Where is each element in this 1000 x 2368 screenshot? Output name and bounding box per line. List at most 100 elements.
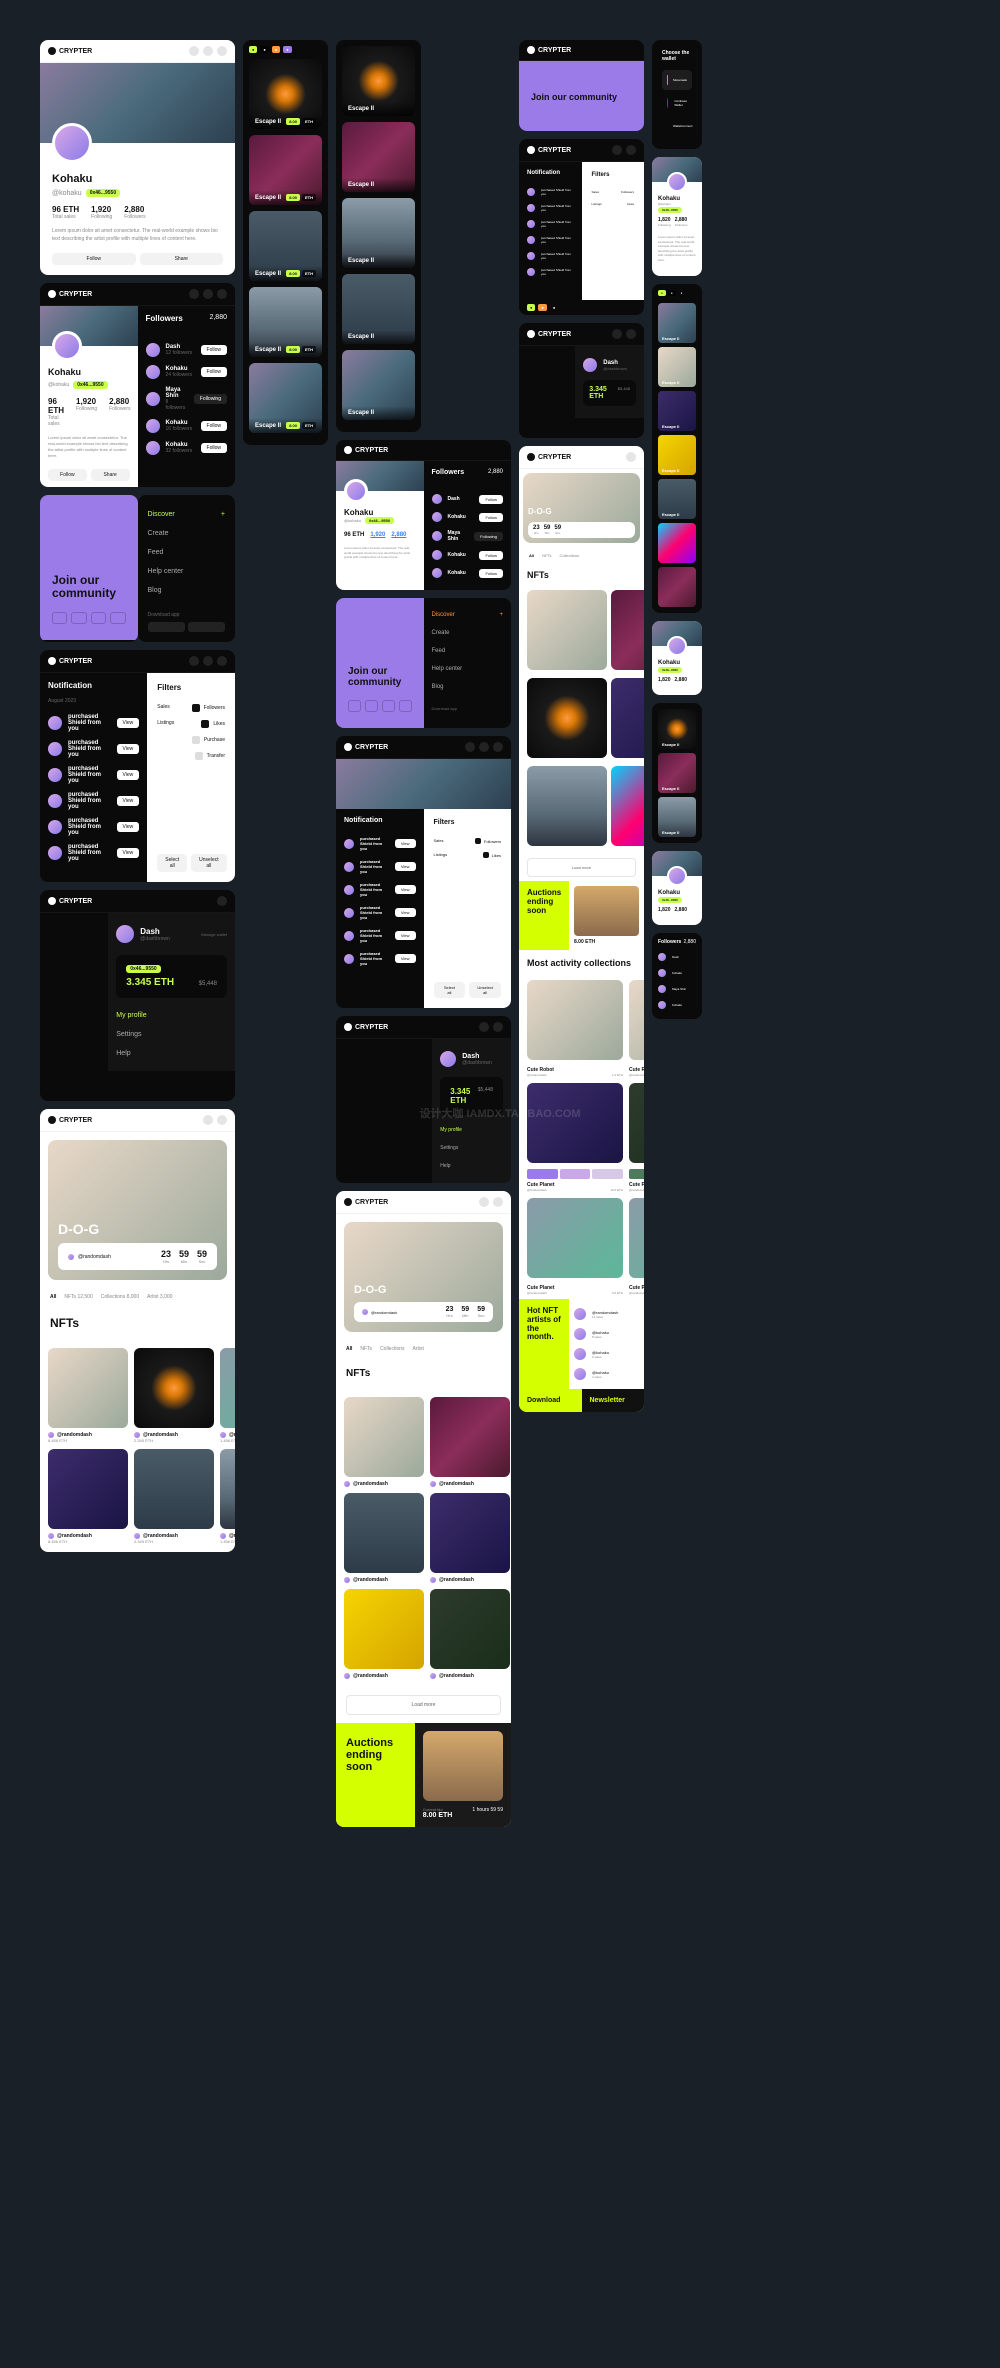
nft-thumb[interactable]: Escape II	[658, 753, 696, 793]
load-more-button[interactable]: Load more	[527, 858, 636, 877]
nft-tile[interactable]: Escape II	[342, 198, 415, 268]
brand-logo[interactable]: CRYPTER	[48, 1116, 92, 1124]
search-icon[interactable]	[465, 742, 475, 752]
brand-logo[interactable]: CRYPTER	[344, 446, 388, 454]
follow-button[interactable]: Follow	[201, 443, 227, 453]
notification-row[interactable]: purchased Shield from you	[527, 216, 574, 232]
brand-logo[interactable]: CRYPTER	[48, 290, 92, 298]
nft-thumb[interactable]: Escape II	[658, 303, 696, 343]
follow-button[interactable]: Follow	[201, 421, 227, 431]
follower-row[interactable]: Kohaku	[658, 965, 696, 981]
tab-collections[interactable]: Collections	[380, 1346, 404, 1352]
tab-all[interactable]: All	[50, 1294, 56, 1300]
notification-row[interactable]: purchased Shield from youView	[48, 736, 139, 762]
menu-blog[interactable]: Blog	[148, 581, 226, 600]
notification-row[interactable]: purchased Shield from youView	[344, 947, 416, 970]
share-button[interactable]: Share	[140, 253, 224, 265]
menu-profile[interactable]: My profile	[440, 1121, 503, 1139]
menu-help[interactable]: Help	[440, 1157, 503, 1175]
tab-all[interactable]: All	[346, 1346, 352, 1352]
avatar-icon[interactable]	[217, 656, 227, 666]
nft-card[interactable]: @randomdash2.345 ETH	[134, 1449, 214, 1544]
follow-button[interactable]: Follow	[48, 469, 87, 481]
app-store-button[interactable]	[148, 622, 185, 632]
collection-card[interactable]: Cute Planet@randomdash6.0 ETH	[527, 1198, 623, 1295]
bell-icon[interactable]	[479, 742, 489, 752]
menu-feed[interactable]: Feed	[148, 543, 226, 562]
notification-row[interactable]: purchased Shield from youView	[48, 788, 139, 814]
view-button[interactable]: View	[117, 718, 140, 728]
unselect-button[interactable]: Unselect all	[191, 854, 226, 872]
menu-feed[interactable]: Feed	[432, 642, 504, 660]
brand-logo[interactable]: CRYPTER	[344, 1023, 388, 1031]
brand-logo[interactable]: CRYPTER	[344, 743, 388, 751]
notification-row[interactable]: purchased Shield from you	[527, 232, 574, 248]
follower-row[interactable]: Maya Shin8 followersFollowing	[146, 383, 228, 415]
tab-collections[interactable]: Collections 8,000	[101, 1294, 139, 1300]
tab-artist[interactable]: Artist	[413, 1346, 424, 1352]
menu-icon[interactable]	[217, 896, 227, 906]
nft-thumb[interactable]: Escape II	[658, 479, 696, 519]
notification-row[interactable]: purchased Shield from youView	[48, 840, 139, 866]
nft-card[interactable]: @randomdash	[344, 1397, 424, 1487]
nft-card[interactable]: @randomdash2.345 ETH	[134, 1348, 214, 1443]
social-icon[interactable]	[71, 612, 86, 624]
brand-logo[interactable]: CRYPTER	[527, 46, 571, 54]
follower-row[interactable]: Dash12 followersFollow	[146, 339, 228, 361]
search-icon[interactable]	[203, 1115, 213, 1125]
notification-row[interactable]: purchased Shield from youView	[344, 832, 416, 855]
nft-tile[interactable]: Escape II	[342, 122, 415, 192]
manage-wallet-link[interactable]: Manage wallet	[201, 932, 227, 937]
notification-row[interactable]: purchased Shield from youView	[344, 924, 416, 947]
nft-card[interactable]: @randomdash	[430, 1493, 510, 1583]
nft-card[interactable]: @randomdash8.456 ETH	[48, 1348, 128, 1443]
search-icon[interactable]	[189, 656, 199, 666]
select-all-button[interactable]: Select all	[157, 854, 187, 872]
brand-logo[interactable]: CRYPTER	[527, 146, 571, 154]
view-button[interactable]: View	[117, 744, 140, 754]
brand-logo[interactable]: CRYPTER	[344, 1198, 388, 1206]
notification-row[interactable]: purchased Shield from you	[527, 248, 574, 264]
notification-row[interactable]: purchased Shield from youView	[344, 901, 416, 924]
nft-thumb[interactable]: Escape II	[658, 709, 696, 749]
view-button[interactable]: View	[117, 796, 140, 806]
unselect-button[interactable]: Unselect all	[469, 982, 501, 998]
notification-row[interactable]: purchased Shield from youView	[48, 710, 139, 736]
menu-create[interactable]: Create	[432, 624, 504, 642]
search-icon[interactable]	[189, 289, 199, 299]
nft-card[interactable]: @randomdash	[430, 1397, 510, 1487]
social-icon[interactable]	[399, 700, 412, 712]
bell-icon[interactable]	[203, 656, 213, 666]
nft-tile[interactable]: Escape II	[342, 46, 415, 116]
notification-row[interactable]: purchased Shield from youView	[48, 762, 139, 788]
nft-card[interactable]: @randomdash	[344, 1589, 424, 1679]
collection-card[interactable]: Cute Planet@randomdash1.0 ETH	[629, 1198, 644, 1295]
follow-button[interactable]: Follow	[52, 253, 136, 265]
auction-image[interactable]	[574, 886, 639, 936]
nft-thumb[interactable]: Escape II	[658, 435, 696, 475]
close-icon[interactable]	[493, 1022, 503, 1032]
brand-logo[interactable]: CRYPTER	[48, 47, 92, 55]
artist-row[interactable]: @kohaku8 sales	[574, 1324, 639, 1344]
follower-row[interactable]: DashFollow	[432, 490, 504, 508]
nft-card[interactable]	[611, 590, 644, 674]
share-button[interactable]: Share	[91, 469, 130, 481]
nft-tile[interactable]: Escape II	[342, 350, 415, 420]
avatar-icon[interactable]	[217, 46, 227, 56]
nft-card[interactable]: @randomdash8.456 ETH	[48, 1449, 128, 1544]
follow-button[interactable]: Follow	[201, 367, 227, 377]
notification-row[interactable]: purchased Shield from you	[527, 184, 574, 200]
follower-row[interactable]: Kohaku24 followersFollow	[146, 361, 228, 383]
nft-thumb[interactable]: Escape II	[658, 347, 696, 387]
auction-image[interactable]	[423, 1731, 503, 1801]
notification-row[interactable]: purchased Shield from you	[527, 264, 574, 280]
collection-card[interactable]: Cute Planet@randomdash1.0 ETH	[629, 1083, 644, 1192]
nft-card[interactable]	[527, 590, 607, 674]
nft-card[interactable]: @randomdash1.456 ETH	[220, 1348, 235, 1443]
bell-icon[interactable]	[217, 1115, 227, 1125]
nft-card[interactable]: @randomdash	[344, 1493, 424, 1583]
nft-tile[interactable]: Escape II8.00ETH	[249, 363, 322, 433]
social-icon[interactable]	[110, 612, 125, 624]
follow-button[interactable]: Follow	[201, 345, 227, 355]
artist-row[interactable]: @kohaku6 sales	[574, 1344, 639, 1364]
